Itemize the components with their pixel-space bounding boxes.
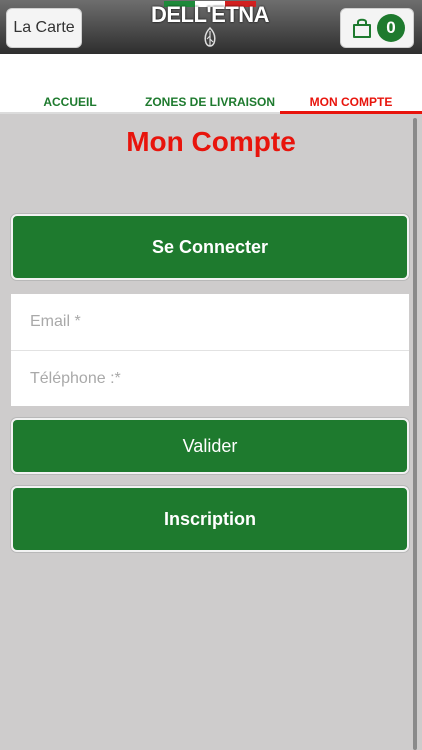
page-title: Mon Compte bbox=[126, 126, 296, 157]
account-panel: Mon Compte Se Connecter Valider Inscript… bbox=[0, 114, 422, 750]
inscription-button[interactable]: Inscription bbox=[11, 486, 409, 552]
top-bar: La Carte DELL'ETNA 0 bbox=[0, 0, 422, 54]
volcano-leaf-icon bbox=[204, 27, 216, 47]
phone-field[interactable] bbox=[11, 351, 409, 407]
tab-accueil[interactable]: ACCUEIL bbox=[0, 90, 140, 114]
valider-button[interactable]: Valider bbox=[11, 418, 409, 474]
shopping-bag-icon bbox=[353, 18, 371, 38]
tab-mon-compte[interactable]: MON COMPTE bbox=[280, 90, 422, 114]
logo-text: DELL'ETNA bbox=[150, 2, 270, 27]
la-carte-button[interactable]: La Carte bbox=[6, 8, 82, 48]
tab-bar: ACCUEIL ZONES DE LIVRAISON MON COMPTE bbox=[0, 90, 422, 114]
email-field[interactable] bbox=[11, 294, 409, 350]
se-connecter-button[interactable]: Se Connecter bbox=[11, 214, 409, 280]
scrollbar[interactable] bbox=[413, 118, 417, 750]
tab-zones-de-livraison[interactable]: ZONES DE LIVRAISON bbox=[140, 90, 280, 114]
login-form bbox=[11, 294, 409, 407]
logo: DELL'ETNA bbox=[151, 0, 270, 54]
cart-count-badge: 0 bbox=[377, 14, 405, 42]
cart-button[interactable]: 0 bbox=[340, 8, 414, 48]
